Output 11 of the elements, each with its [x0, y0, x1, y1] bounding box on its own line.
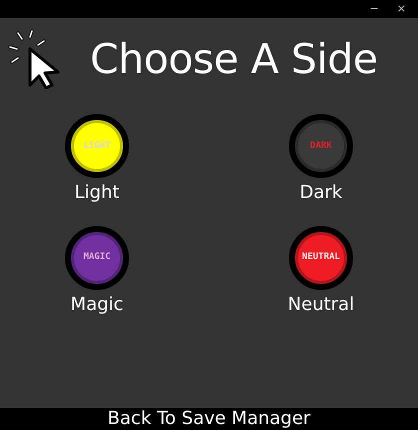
screen-title: Choose A Side — [90, 38, 378, 80]
side-label: Neutral — [288, 294, 354, 316]
close-button[interactable]: × — [392, 0, 410, 18]
back-button[interactable]: Back To Save Manager — [0, 408, 418, 430]
side-button[interactable]: DARK — [289, 114, 353, 178]
side-label: Dark — [300, 182, 342, 204]
minimize-button[interactable]: − — [366, 0, 383, 18]
side-button[interactable]: NEUTRAL — [289, 226, 353, 290]
side-label: Magic — [70, 294, 124, 316]
side-button[interactable]: MAGIC — [65, 226, 129, 290]
side-label: Light — [74, 182, 120, 204]
